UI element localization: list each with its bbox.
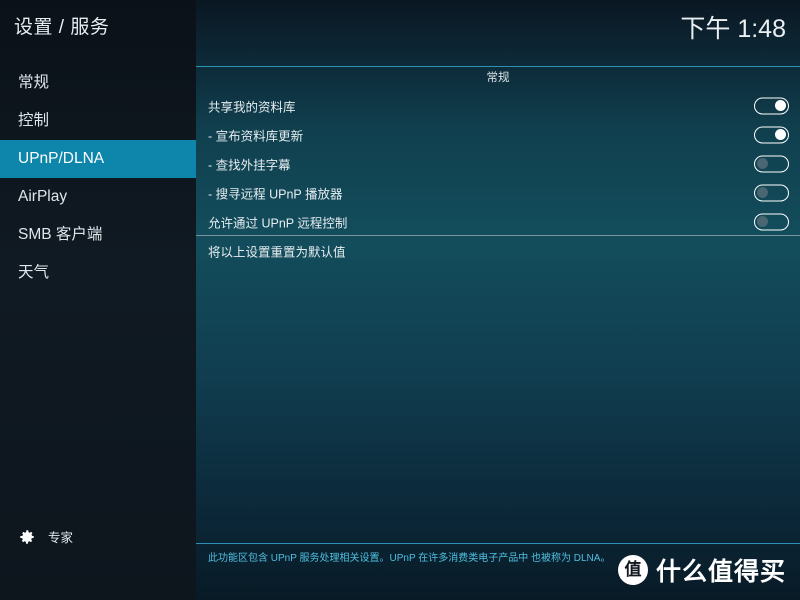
- expert-level-label: 专家: [48, 531, 74, 545]
- expert-level-button[interactable]: 专家: [18, 527, 73, 546]
- toggle-look-for-subtitles[interactable]: [754, 155, 789, 172]
- toggle-knob: [757, 216, 768, 227]
- toggle-announce-updates[interactable]: [754, 126, 789, 143]
- setting-label: 允许通过 UPnP 远程控制: [208, 216, 348, 230]
- watermark-label: 什么值得买: [655, 558, 786, 586]
- toggle-knob: [775, 100, 786, 111]
- sidebar-item-smb-client[interactable]: SMB 客户端: [0, 216, 196, 254]
- page-title: 设置 / 服务: [14, 17, 110, 38]
- setting-label: - 查找外挂字幕: [208, 158, 291, 172]
- toggle-share-library[interactable]: [754, 97, 789, 114]
- toggle-look-for-remote-players[interactable]: [754, 184, 789, 201]
- setting-label: - 宣布资料库更新: [208, 129, 304, 143]
- watermark: 值 什么值得买: [617, 552, 786, 588]
- reset-to-defaults-label: 将以上设置重置为默认值: [208, 245, 346, 259]
- setting-row-look-for-subtitles[interactable]: - 查找外挂字幕: [196, 149, 800, 178]
- help-description-text: 此功能区包含 UPnP 服务处理相关设置。UPnP 在许多消费类电子产品中 也被…: [208, 553, 611, 564]
- clock: 下午 1:48: [680, 15, 786, 43]
- help-bar-divider: [196, 543, 800, 544]
- gear-icon: [18, 528, 36, 546]
- setting-label: - 搜寻远程 UPnP 播放器: [208, 187, 343, 201]
- sidebar-item-weather[interactable]: 天气: [0, 254, 196, 292]
- panel-top-divider: [196, 66, 800, 67]
- sidebar-item-general[interactable]: 常规: [0, 64, 196, 102]
- setting-row-announce-updates[interactable]: - 宣布资料库更新: [196, 120, 800, 149]
- setting-row-allow-remote-control[interactable]: 允许通过 UPnP 远程控制: [196, 207, 800, 236]
- sidebar: 设置 / 服务 常规 控制 UPnP/DLNA AirPlay SMB 客户端 …: [0, 0, 196, 600]
- reset-to-defaults-button[interactable]: 将以上设置重置为默认值: [196, 236, 800, 265]
- toggle-allow-remote-control[interactable]: [754, 213, 789, 230]
- settings-panel: 常规 共享我的资料库 - 宣布资料库更新 - 查找外挂字幕 - 搜寻远程 UPn…: [196, 0, 800, 600]
- sidebar-item-control[interactable]: 控制: [0, 102, 196, 140]
- watermark-badge-icon: 值: [617, 555, 648, 585]
- setting-label: 共享我的资料库: [208, 100, 296, 114]
- sidebar-menu: 常规 控制 UPnP/DLNA AirPlay SMB 客户端 天气: [0, 64, 196, 292]
- settings-group-header: 常规: [486, 72, 510, 84]
- toggle-knob: [775, 129, 786, 140]
- setting-row-look-for-remote-players[interactable]: - 搜寻远程 UPnP 播放器: [196, 178, 800, 207]
- sidebar-item-upnp-dlna[interactable]: UPnP/DLNA: [0, 140, 196, 178]
- settings-list: 共享我的资料库 - 宣布资料库更新 - 查找外挂字幕 - 搜寻远程 UPnP 播…: [196, 91, 800, 236]
- kodi-settings-screen: 设置 / 服务 常规 控制 UPnP/DLNA AirPlay SMB 客户端 …: [0, 0, 800, 600]
- toggle-knob: [757, 187, 768, 198]
- setting-row-share-library[interactable]: 共享我的资料库: [196, 91, 800, 120]
- toggle-knob: [757, 158, 768, 169]
- sidebar-item-airplay[interactable]: AirPlay: [0, 178, 196, 216]
